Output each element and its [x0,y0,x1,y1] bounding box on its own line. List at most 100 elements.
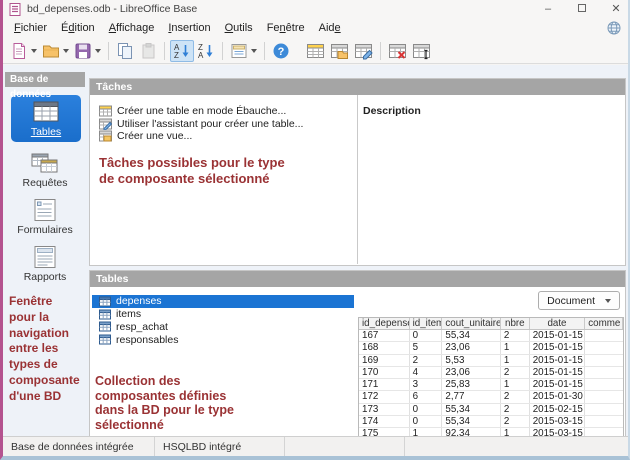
edit-table-icon [354,42,373,60]
grid-cell: 2 [410,355,443,366]
grid-row[interactable]: 174055,3422015-03-15 [359,416,623,428]
grid-cell: 4 [410,367,443,378]
grid-row[interactable]: 173055,3422015-02-15 [359,404,623,416]
menu-edition[interactable]: Édition [54,19,102,37]
grid-row[interactable]: 17262,7722015-01-30 [359,391,623,403]
status-empty-segment [405,437,628,456]
tables-panel: Tables depenses items resp_achat respons… [89,270,626,460]
grid-cell: 168 [359,342,410,353]
grid-cell [585,404,623,415]
minimize-button[interactable]: – [542,0,554,18]
close-button[interactable]: ✕ [610,0,622,18]
table-name: responsables [116,334,178,346]
grid-cell [585,367,623,378]
copy-button[interactable] [114,40,136,62]
form-options-button[interactable] [228,40,259,62]
table-name: resp_achat [116,321,168,333]
chevron-down-icon [63,49,69,53]
sidebar-header: Base de données [5,72,85,87]
create-view-icon [99,130,112,142]
grid-cell: 2015-01-15 [530,330,586,341]
grid-cell: 55,34 [442,404,501,415]
grid-cell: 2015-01-30 [530,391,586,402]
sidebar-item-requetes[interactable]: Requêtes [5,151,85,189]
menu-affichage[interactable]: Affichage [102,19,162,37]
grid-row[interactable]: 171325,8312015-01-15 [359,379,623,391]
new-table-design-button[interactable] [304,40,327,62]
table-icon [99,309,111,320]
menu-bar: Fichier Édition Affichage Insertion Outi… [3,18,628,38]
new-document-icon [10,42,28,60]
maximize-button[interactable] [576,0,588,18]
paste-icon [139,42,157,60]
sidebar-item-label: Formulaires [17,224,72,236]
grid-cell [585,416,623,427]
new-document-button[interactable] [8,40,39,62]
save-floppy-icon [74,42,92,60]
grid-row[interactable]: 16925,5312015-01-15 [359,355,623,367]
table-item-resp-achat[interactable]: resp_achat [92,321,354,334]
grid-cell: 3 [410,379,443,390]
annotation-navigation: Fenêtre pour la navigation entre les typ… [9,294,85,405]
sort-descending-icon: ZA [197,42,215,60]
svg-text:A: A [198,51,204,60]
grid-cell: 55,34 [442,416,501,427]
grid-row[interactable]: 170423,0622015-01-15 [359,367,623,379]
grid-cell: 2 [501,367,530,378]
table-item-depenses[interactable]: depenses [92,295,354,308]
database-sidebar: Base de données Tables Requêtes Formulai… [5,72,85,436]
table-icon [99,334,111,345]
globe-icon[interactable] [607,21,621,35]
delete-table-icon [388,42,407,60]
menu-outils[interactable]: Outils [218,19,260,37]
grid-row[interactable]: 167055,3422015-01-15 [359,330,623,342]
main-area: Base de données Tables Requêtes Formulai… [3,65,628,436]
menu-aide[interactable]: Aide [312,19,348,37]
menu-fichier[interactable]: Fichier [7,19,54,37]
sidebar-item-tables[interactable]: Tables [11,95,81,142]
open-button[interactable] [40,40,71,62]
tasks-description-divider [357,95,358,264]
sort-descending-button[interactable]: ZA [195,40,217,62]
grid-cell [585,330,623,341]
chevron-down-icon [251,49,257,53]
rename-table-button[interactable] [410,40,433,62]
grid-cell: 23,06 [442,367,501,378]
sort-ascending-icon: AZ [173,42,191,60]
menu-insertion[interactable]: Insertion [161,19,217,37]
grid-cell: 5 [410,342,443,353]
delete-table-button[interactable] [386,40,409,62]
sort-ascending-button[interactable]: AZ [170,40,194,62]
task-create-table-design[interactable]: Créer une table en mode Ébauche... [99,105,303,118]
task-use-wizard[interactable]: Utiliser l'assistant pour créer une tabl… [99,118,303,131]
grid-column-header: cout_unitaire [442,318,501,329]
paste-button[interactable] [137,40,159,62]
save-button[interactable] [72,40,103,62]
grid-cell: 173 [359,404,410,415]
document-dropdown[interactable]: Document [538,291,620,310]
grid-cell: 2015-01-15 [530,367,586,378]
table-item-items[interactable]: items [92,308,354,321]
open-table-button[interactable] [328,40,351,62]
chevron-down-icon [95,49,101,53]
menu-fenetre[interactable]: Fenêtre [260,19,312,37]
sidebar-item-rapports[interactable]: Rapports [5,245,85,283]
rename-table-icon [412,42,431,60]
grid-row[interactable]: 168523,0612015-01-15 [359,342,623,354]
help-icon: ? [272,42,290,60]
grid-cell: 2015-02-15 [530,404,586,415]
grid-cell: 5,53 [442,355,501,366]
grid-cell: 6 [410,391,443,402]
window-title: bd_depenses.odb - LibreOffice Base [27,3,197,15]
table-item-responsables[interactable]: responsables [92,333,354,346]
sidebar-item-formulaires[interactable]: Formulaires [5,198,85,236]
help-button[interactable]: ? [270,40,292,62]
grid-cell [585,391,623,402]
grid-cell: 2015-03-15 [530,416,586,427]
edit-table-button[interactable] [352,40,375,62]
task-create-view[interactable]: Créer une vue... [99,130,303,143]
grid-cell: 23,06 [442,342,501,353]
open-table-icon [330,42,349,60]
tasks-panel-header: Tâches [90,79,625,95]
forms-icon [32,198,58,222]
